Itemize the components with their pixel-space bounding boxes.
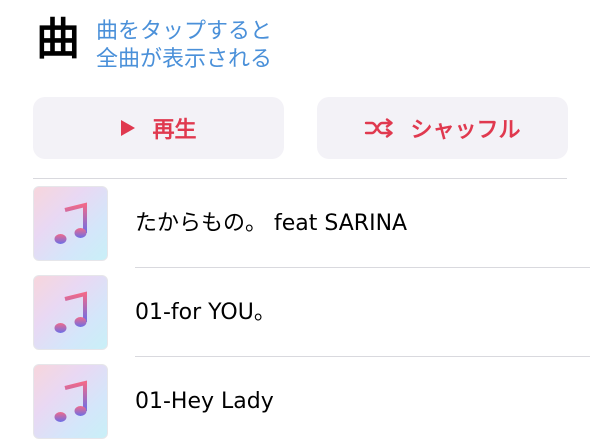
music-note-icon bbox=[54, 379, 87, 422]
page-title: 曲 bbox=[36, 14, 80, 65]
song-row[interactable]: 01-for YOU。 bbox=[0, 268, 600, 357]
song-list: たからもの。 feat SARINA 01-for YOU。 01-Hey La… bbox=[0, 179, 600, 446]
hint-line-1: 曲をタップすると bbox=[96, 19, 273, 44]
music-note-icon bbox=[54, 290, 87, 333]
album-artwork bbox=[33, 364, 108, 439]
shuffle-button[interactable]: シャッフル bbox=[317, 97, 568, 159]
album-artwork bbox=[33, 275, 108, 350]
song-title: たからもの。 feat SARINA bbox=[135, 211, 408, 236]
hint-line-2: 全曲が表示される bbox=[96, 47, 273, 72]
hint-text: 曲をタップすると 全曲が表示される bbox=[96, 18, 272, 74]
music-note-icon bbox=[54, 201, 87, 244]
play-icon bbox=[120, 119, 136, 137]
song-title: 01-Hey Lady bbox=[135, 389, 274, 414]
play-button[interactable]: 再生 bbox=[33, 97, 284, 159]
shuffle-icon bbox=[364, 118, 394, 138]
song-title: 01-for YOU。 bbox=[135, 300, 276, 325]
shuffle-label: シャッフル bbox=[410, 118, 521, 143]
songs-page: 曲 曲をタップすると 全曲が表示される 再生 シャッフル たからもの。 feat… bbox=[0, 0, 600, 446]
song-row[interactable]: たからもの。 feat SARINA bbox=[0, 179, 600, 268]
header: 曲 曲をタップすると 全曲が表示される bbox=[36, 14, 272, 74]
play-label: 再生 bbox=[152, 118, 197, 143]
album-artwork bbox=[33, 186, 108, 261]
song-row[interactable]: 01-Hey Lady bbox=[0, 357, 600, 446]
